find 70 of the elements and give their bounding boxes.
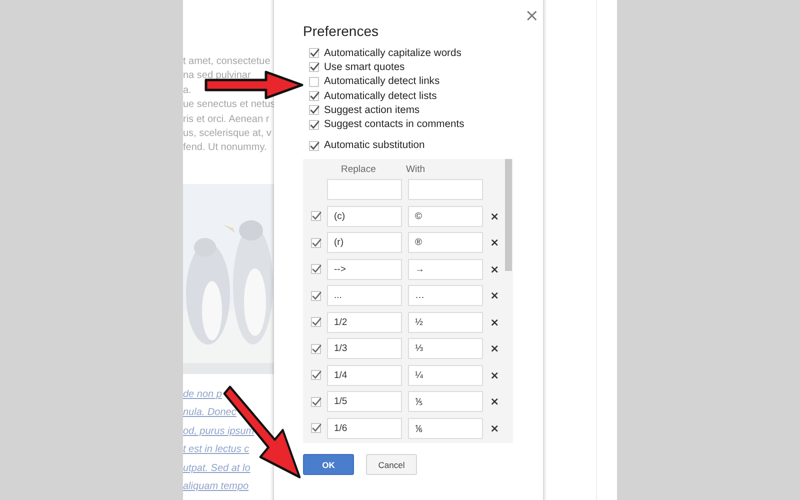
input-field[interactable]: 1/6 (327, 418, 402, 439)
delete-button[interactable]: × (490, 210, 500, 222)
checkbox[interactable] (309, 105, 319, 116)
option-label: Suggest action items (324, 104, 420, 116)
input-field[interactable]: ⅙ (408, 418, 483, 439)
delete-button[interactable]: × (490, 396, 500, 408)
document-text: t amet, consectetue (183, 55, 272, 69)
delete-button[interactable]: × (490, 264, 500, 275)
delete-button[interactable]: × (490, 343, 500, 354)
document-text: fend. Ut nonummy. (183, 141, 268, 156)
input-field[interactable]: 1/2 (327, 312, 402, 333)
caption-text: aliquam tempo (183, 480, 250, 494)
option-label: Suggest contacts in comments (324, 119, 464, 130)
column-header: Replace (341, 164, 377, 175)
caption-text: nula. Donec (183, 406, 238, 420)
ok-button[interactable]: OK (303, 454, 354, 476)
checkbox[interactable] (309, 48, 319, 58)
input-field[interactable] (327, 179, 402, 200)
checkbox[interactable] (311, 211, 321, 222)
checkbox[interactable] (311, 317, 321, 328)
checkbox[interactable] (309, 62, 319, 72)
dialog-title: Preferences (303, 23, 378, 39)
input-field[interactable]: 1/4 (327, 364, 402, 386)
delete-button[interactable]: × (490, 422, 500, 434)
caption-text: de non p (183, 388, 223, 402)
document-text: a. (183, 84, 192, 98)
caption-text: utpat. Sed at lo (183, 462, 252, 476)
input-field[interactable]: … (408, 285, 483, 306)
input-field[interactable]: © (408, 206, 483, 227)
checkbox[interactable] (311, 290, 321, 301)
checkbox[interactable] (309, 91, 319, 102)
option-label: Automatic substitution (324, 140, 425, 152)
input-field[interactable]: 1/5 (327, 391, 402, 412)
cancel-button[interactable]: Cancel (366, 454, 417, 476)
scrollbar[interactable] (505, 159, 512, 272)
document-text: ris et orci. Aenean r (183, 112, 270, 127)
delete-button[interactable]: × (490, 237, 500, 248)
input-field[interactable]: ¼ (408, 364, 483, 386)
checkbox[interactable] (311, 264, 321, 274)
checkbox[interactable] (311, 238, 321, 248)
checkbox[interactable] (311, 344, 321, 354)
input-field[interactable]: 1/3 (327, 338, 402, 360)
input-field[interactable]: → (408, 258, 483, 280)
input-field[interactable]: (r) (327, 232, 402, 254)
delete-button[interactable]: × (490, 290, 500, 302)
input-field[interactable]: ⅓ (408, 338, 483, 360)
column-header: With (406, 164, 425, 175)
input-field[interactable]: ® (408, 232, 483, 254)
checkbox[interactable] (309, 120, 319, 130)
input-field[interactable]: ⅕ (408, 391, 483, 412)
delete-button[interactable]: × (490, 370, 500, 381)
caption-text: t est in lectus c (183, 443, 250, 458)
checkbox[interactable] (309, 140, 319, 151)
input-field[interactable]: (c) (327, 206, 402, 227)
option-label: Automatically detect links (324, 76, 440, 88)
input-field[interactable]: ½ (408, 312, 483, 333)
option-label: Use smart quotes (324, 62, 405, 73)
input-field[interactable]: ... (327, 285, 402, 306)
option-label: Automatically detect lists (324, 90, 437, 102)
input-field[interactable] (408, 179, 483, 200)
checkbox[interactable] (311, 423, 321, 434)
close-button[interactable]: × (524, 8, 539, 25)
checkbox[interactable] (311, 370, 321, 380)
option-label: Automatically capitalize words (324, 48, 462, 59)
document-text: us, scelerisque at, v (183, 127, 272, 142)
checkbox[interactable] (311, 396, 321, 407)
input-field[interactable]: --> (327, 258, 402, 280)
caption-text: od, purus ipsum (183, 424, 256, 439)
document-text: ue senectus et netus (183, 98, 274, 112)
delete-button[interactable]: × (490, 316, 500, 328)
